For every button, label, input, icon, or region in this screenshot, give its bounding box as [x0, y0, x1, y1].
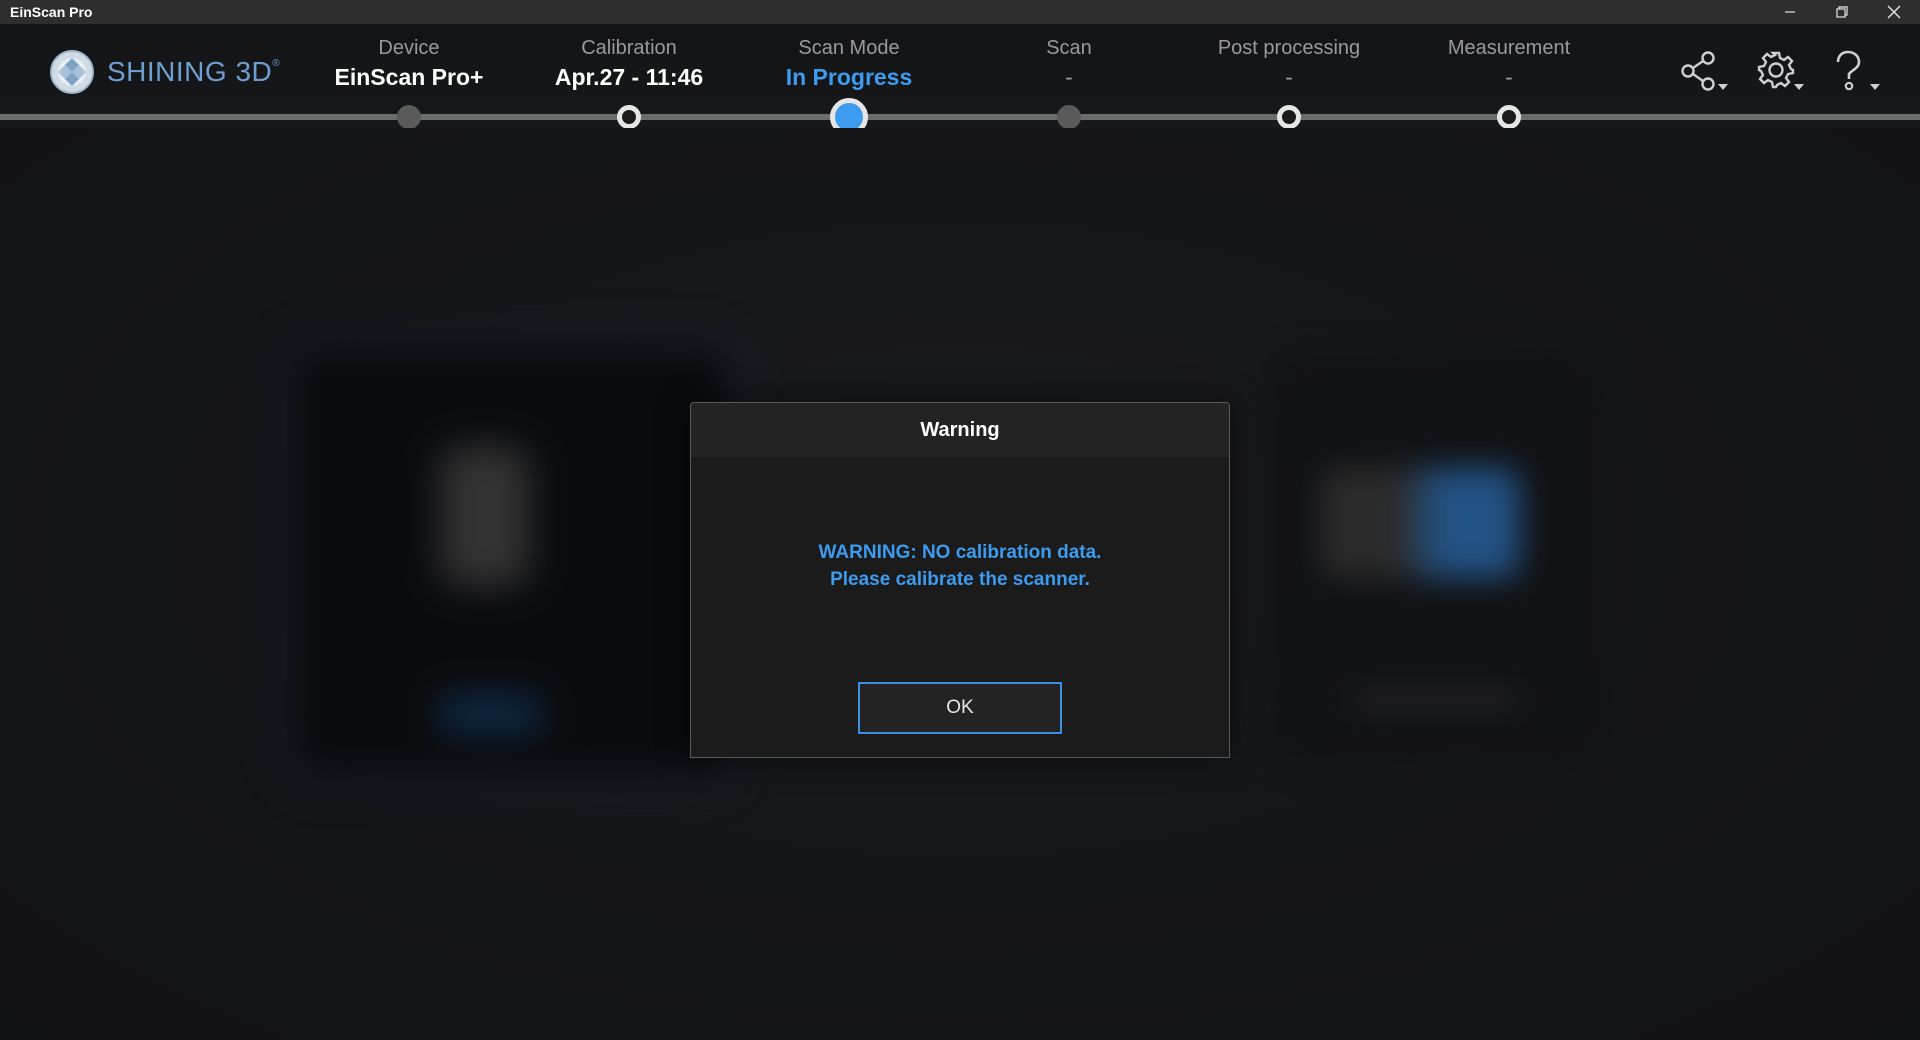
step-label: Scan Mode	[798, 37, 900, 59]
dialog-message-line1: WARNING: NO calibration data.	[818, 542, 1102, 563]
step-value: EinScan Pro+	[334, 64, 484, 90]
globe-logo-icon	[50, 50, 94, 94]
step-label: Device	[378, 37, 440, 59]
step-calibration[interactable]: Calibration Apr.27 - 11:46	[529, 36, 729, 92]
close-icon[interactable]	[1868, 0, 1920, 24]
dialog-message: WARNING: NO calibration data. Please cal…	[691, 539, 1229, 593]
restore-icon[interactable]	[1816, 0, 1868, 24]
header-toolbar	[1680, 50, 1880, 96]
step-scan[interactable]: Scan -	[969, 36, 1169, 92]
step-value: -	[1065, 64, 1073, 90]
ok-button[interactable]: OK	[858, 682, 1062, 734]
brand-name: SHINING 3D®	[107, 56, 281, 87]
gear-icon[interactable]	[1756, 50, 1804, 96]
dialog-title: Warning	[920, 419, 1000, 441]
registered-mark: ®	[272, 58, 281, 69]
chevron-down-icon	[1794, 84, 1804, 90]
step-measurement[interactable]: Measurement -	[1409, 36, 1609, 92]
step-value: Apr.27 - 11:46	[554, 64, 704, 90]
window-title: EinScan Pro	[10, 4, 93, 20]
progress-track	[0, 114, 1920, 120]
step-node-device[interactable]	[397, 105, 421, 129]
brand-logo: SHINING 3D®	[49, 49, 280, 95]
step-node-post-processing[interactable]	[1277, 105, 1301, 129]
step-label: Scan	[1046, 37, 1092, 59]
step-value: -	[1285, 64, 1293, 90]
share-icon[interactable]	[1680, 50, 1728, 96]
dialog-message-line2: Please calibrate the scanner.	[830, 569, 1090, 590]
window-controls	[1764, 0, 1920, 24]
step-node-scan[interactable]	[1057, 105, 1081, 129]
workflow-header: SHINING 3D® Device EinScan Pro+ Calibrat…	[0, 24, 1920, 136]
step-value: In Progress	[785, 64, 913, 90]
warning-dialog: Warning WARNING: NO calibration data. Pl…	[690, 402, 1230, 758]
step-label: Post processing	[1217, 37, 1361, 59]
chevron-down-icon	[1870, 84, 1880, 90]
step-label: Calibration	[581, 37, 677, 59]
chevron-down-icon	[1718, 84, 1728, 90]
step-node-calibration[interactable]	[617, 105, 641, 129]
step-node-measurement[interactable]	[1497, 105, 1521, 129]
step-post-processing[interactable]: Post processing -	[1189, 36, 1389, 92]
window-titlebar: EinScan Pro	[0, 0, 1920, 24]
step-device[interactable]: Device EinScan Pro+	[309, 36, 509, 92]
minimize-icon[interactable]	[1764, 0, 1816, 24]
step-scan-mode[interactable]: Scan Mode In Progress	[749, 36, 949, 92]
step-value: -	[1505, 64, 1513, 90]
dialog-header: Warning	[691, 403, 1229, 459]
step-label: Measurement	[1447, 37, 1571, 59]
help-icon[interactable]	[1832, 50, 1880, 96]
